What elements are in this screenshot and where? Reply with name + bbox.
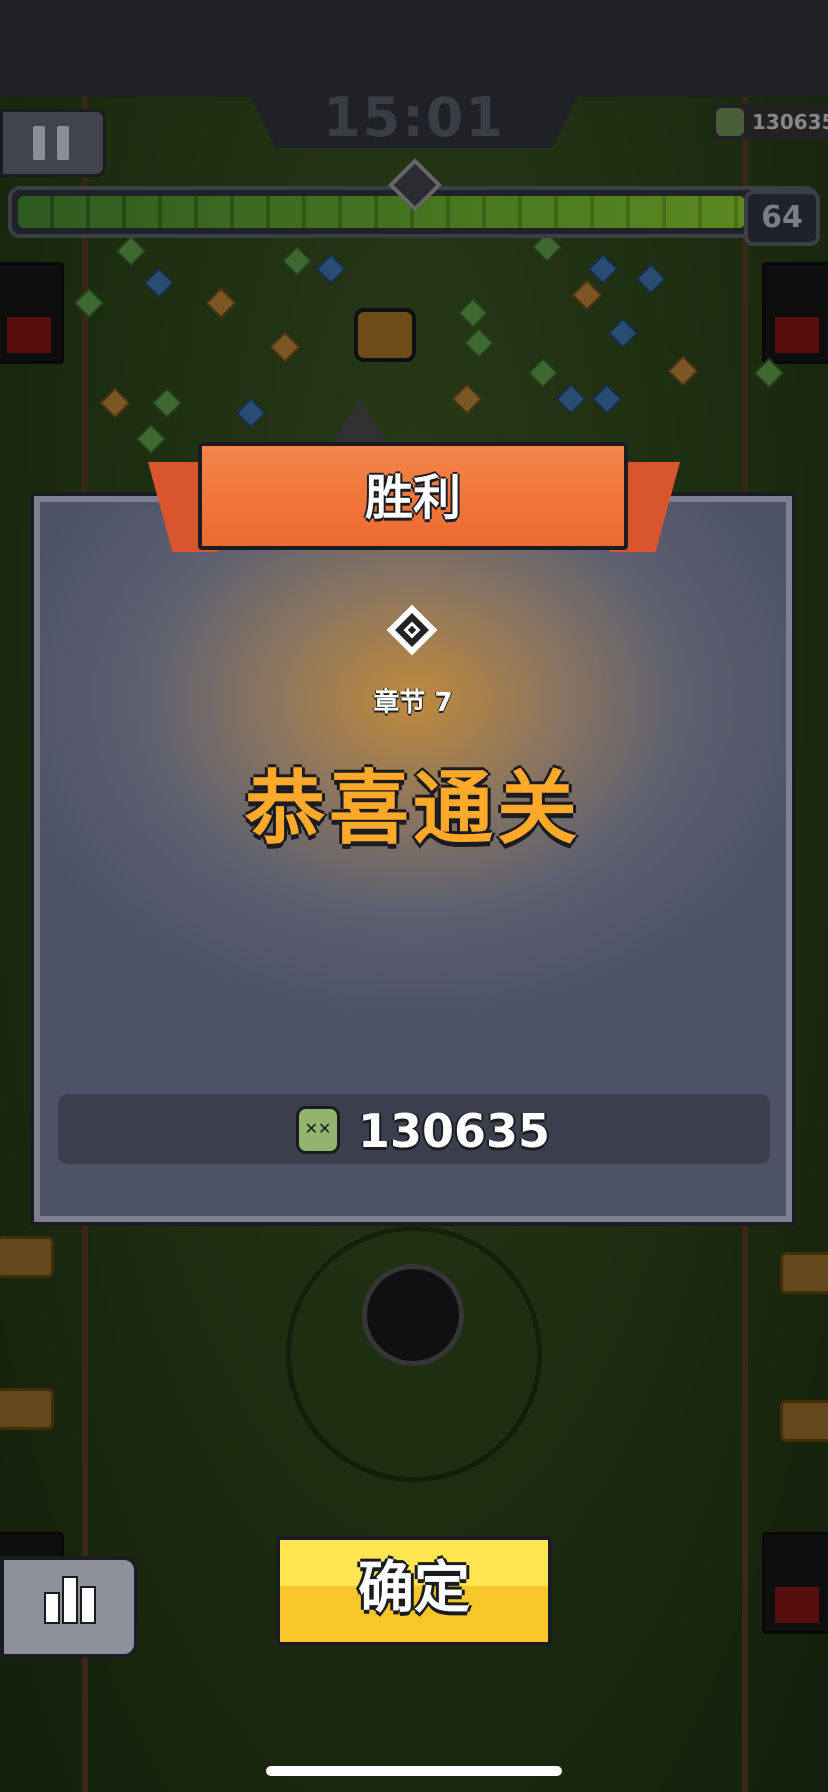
pause-icon-bar	[57, 126, 69, 160]
pause-icon	[33, 126, 45, 160]
bar-chart-icon-bar	[62, 1576, 78, 1624]
congrats-headline: 恭喜通关	[245, 762, 581, 855]
kill-counter-top: 130635	[712, 104, 828, 140]
level-badge: 64	[744, 190, 820, 246]
victory-title: 胜利	[364, 470, 461, 526]
kill-count-top: 130635	[752, 110, 828, 134]
xp-bar-fill	[18, 196, 745, 228]
chapter-label: 章节 7	[373, 688, 453, 718]
zombie-head-icon	[716, 108, 744, 136]
confirm-button[interactable]: 确定	[276, 1536, 552, 1646]
stats-button[interactable]	[0, 1556, 138, 1658]
joystick-knob[interactable]	[362, 1264, 464, 1366]
game-timer: 15:01	[323, 86, 505, 149]
bar-chart-icon-bar	[80, 1586, 96, 1624]
pause-button[interactable]	[0, 109, 106, 177]
home-indicator[interactable]	[266, 1766, 562, 1776]
kill-count: 130635	[358, 1104, 551, 1158]
bar-chart-icon	[44, 1592, 60, 1624]
zombie-head-icon: ✕✕	[296, 1106, 340, 1154]
